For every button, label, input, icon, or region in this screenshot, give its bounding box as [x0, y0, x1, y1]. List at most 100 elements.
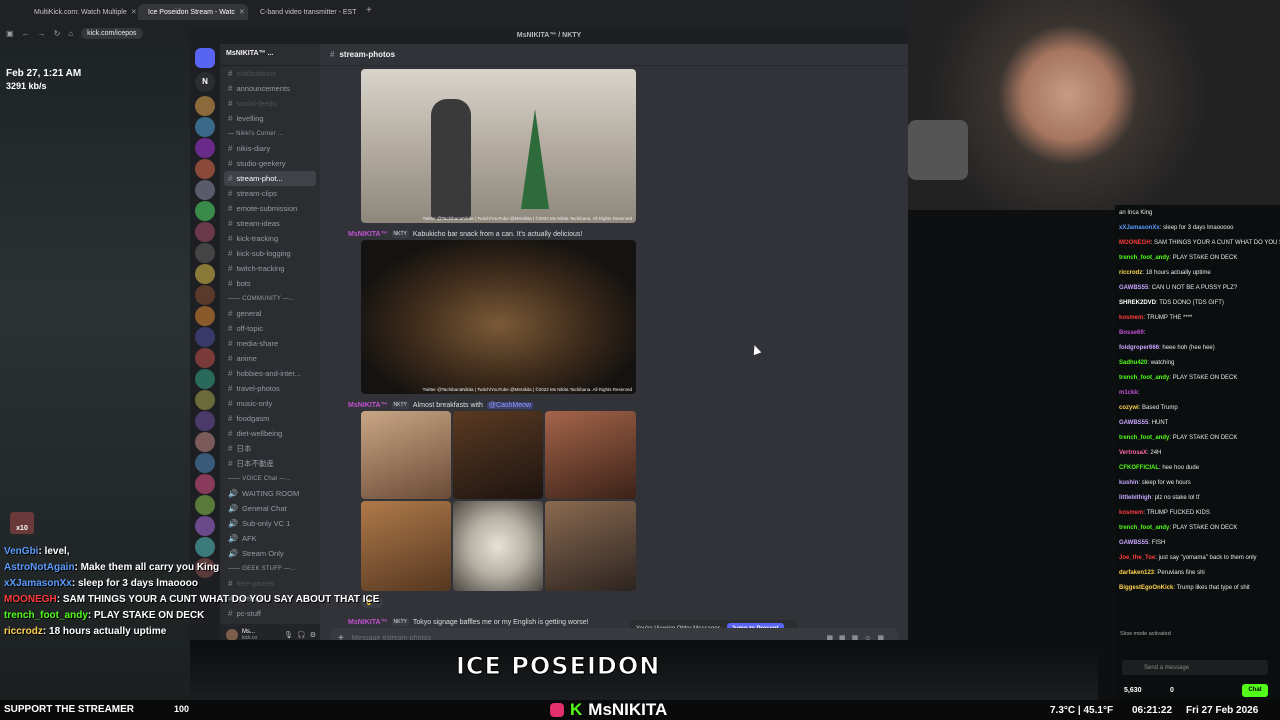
- chat-username[interactable]: VertrosaX: [1119, 450, 1147, 456]
- tab-multikick[interactable]: MultiKick.com: Watch Multiple ✕: [24, 4, 136, 20]
- server-icon[interactable]: [195, 537, 215, 557]
- microphone-icon[interactable]: 🎙: [284, 631, 293, 639]
- channel-item[interactable]: # stream-phot...: [224, 171, 316, 186]
- photo-grid-item[interactable]: [361, 501, 451, 591]
- server-icon[interactable]: [195, 222, 215, 242]
- channel-item[interactable]: # free-games: [220, 576, 320, 591]
- server-icon[interactable]: [195, 306, 215, 326]
- channel-item[interactable]: # media-share: [220, 336, 320, 351]
- channel-item[interactable]: # diet-wellbeing: [220, 426, 320, 441]
- photo-fish-can[interactable]: Twitter @TachibanaNikita | Twitch/YouTub…: [361, 240, 636, 394]
- discord-home-icon[interactable]: [195, 48, 215, 68]
- channel-item[interactable]: # anime: [220, 351, 320, 366]
- channel-item[interactable]: # studio-geekery: [220, 156, 320, 171]
- chat-button[interactable]: Chat: [1242, 684, 1268, 697]
- photo-grid-item[interactable]: [545, 411, 636, 499]
- server-icon[interactable]: [195, 390, 215, 410]
- channel-item[interactable]: # nikis-diary: [220, 141, 320, 156]
- server-icon[interactable]: [195, 432, 215, 452]
- channel-item[interactable]: # off-topic: [220, 321, 320, 336]
- message-author[interactable]: MsNIKITA™: [348, 402, 388, 409]
- tab-c-band[interactable]: C-band video transmitter - EST ✕: [250, 4, 360, 20]
- photo-grid-item[interactable]: [361, 411, 451, 499]
- channel-item[interactable]: # music-only: [220, 396, 320, 411]
- server-icon[interactable]: [195, 243, 215, 263]
- channel-item[interactable]: # announcements: [220, 81, 320, 96]
- server-icon[interactable]: [195, 285, 215, 305]
- chat-username[interactable]: trench_foot_andy: [1119, 525, 1169, 531]
- channel-category[interactable]: —— COMMUNITY —...: [220, 291, 320, 306]
- channel-item[interactable]: # 日本: [220, 441, 320, 456]
- channel-item[interactable]: # twitch-tracking: [220, 261, 320, 276]
- close-icon[interactable]: ✕: [239, 8, 245, 16]
- server-icon[interactable]: [195, 411, 215, 431]
- gear-icon[interactable]: ⚙: [310, 631, 316, 639]
- forward-icon[interactable]: →: [38, 29, 46, 38]
- chat-username[interactable]: Joe_the_Toe: [1119, 555, 1155, 561]
- photo-mall[interactable]: Twitter @TachibanaNikita | Twitch/YouTub…: [361, 69, 636, 223]
- channel-item[interactable]: 🔊 Sub-only VC 1: [220, 516, 320, 531]
- channel-item[interactable]: # stream-clips: [220, 186, 320, 201]
- chat-username[interactable]: xXJamasonXx: [1119, 225, 1160, 231]
- server-n-icon[interactable]: N: [195, 72, 215, 92]
- channel-item[interactable]: # bots: [220, 276, 320, 291]
- chat-username[interactable]: foidgroper666: [1119, 345, 1159, 351]
- chat-username[interactable]: cozywi: [1119, 405, 1139, 411]
- channel-item[interactable]: # 日本不動産: [220, 456, 320, 471]
- channel-item[interactable]: # hobbies-and-inter...: [220, 366, 320, 381]
- chat-username[interactable]: trench_foot_andy: [1119, 435, 1169, 441]
- home-icon[interactable]: ⌂: [68, 29, 73, 38]
- sidebar-icon[interactable]: ▣: [6, 29, 14, 38]
- server-icon[interactable]: [195, 159, 215, 179]
- message-author[interactable]: MsNIKITA™: [348, 619, 388, 626]
- user-mention[interactable]: @CashMeow: [486, 401, 534, 409]
- new-tab-icon[interactable]: +: [366, 5, 372, 16]
- chat-username[interactable]: riccrodz: [1119, 270, 1142, 276]
- chat-username[interactable]: CFKOFFICIAL: [1119, 465, 1159, 471]
- channel-item[interactable]: # stream-ideas: [220, 216, 320, 231]
- channel-item[interactable]: 🔊 WAITING ROOM: [220, 486, 320, 501]
- channel-item[interactable]: # kick-sub-logging: [220, 246, 320, 261]
- server-icon[interactable]: [195, 369, 215, 389]
- chat-username[interactable]: trench_foot_andy: [1119, 255, 1169, 261]
- url-field[interactable]: kick.com/icepos: [81, 27, 143, 39]
- channel-category[interactable]: —— VOICE Chat —...: [220, 471, 320, 486]
- photo-grid-item[interactable]: [545, 501, 636, 591]
- chat-username[interactable]: GAWBS55: [1119, 420, 1148, 426]
- tab-ice-poseidon[interactable]: Ice Poseidon Stream - Watc ✕: [138, 4, 248, 20]
- channel-item[interactable]: # social-feeds: [220, 96, 320, 111]
- chat-username[interactable]: Bosse69: [1119, 330, 1144, 336]
- server-icon[interactable]: [195, 201, 215, 221]
- channel-item[interactable]: # travel-photos: [220, 381, 320, 396]
- channel-item[interactable]: # foodgasm: [220, 411, 320, 426]
- server-icon[interactable]: [195, 516, 215, 536]
- channel-item[interactable]: # emote-submission: [220, 201, 320, 216]
- chat-username[interactable]: kosmem: [1119, 510, 1143, 516]
- server-icon[interactable]: [195, 348, 215, 368]
- chat-username[interactable]: MOONEGH: [1119, 240, 1151, 246]
- server-icon[interactable]: [195, 453, 215, 473]
- send-message-input[interactable]: Send a message: [1122, 660, 1268, 675]
- close-icon[interactable]: ✕: [131, 8, 136, 16]
- channel-item[interactable]: 🔊 General Chat: [220, 501, 320, 516]
- chat-username[interactable]: GAWBS55: [1119, 285, 1148, 291]
- chat-username[interactable]: kushin: [1119, 480, 1138, 486]
- headset-icon[interactable]: 🎧: [297, 631, 306, 639]
- channel-item[interactable]: # pc-stuff: [220, 606, 320, 621]
- chat-username[interactable]: kosmem: [1119, 315, 1143, 321]
- chat-username[interactable]: darfaken123: [1119, 570, 1154, 576]
- channel-item[interactable]: # levelling: [220, 111, 320, 126]
- channel-item[interactable]: # notifications: [220, 66, 320, 81]
- server-icon[interactable]: [195, 264, 215, 284]
- channel-item[interactable]: # kick-tracking: [220, 231, 320, 246]
- chat-username[interactable]: trench_foot_andy: [1119, 375, 1169, 381]
- channel-category[interactable]: —— GEEK STUFF —...: [220, 561, 320, 576]
- channel-category[interactable]: — Nikki's Corner ...: [220, 126, 320, 141]
- server-icon[interactable]: [195, 327, 215, 347]
- server-icon[interactable]: [195, 180, 215, 200]
- chat-username[interactable]: SHREK2DVD: [1119, 300, 1156, 306]
- server-name[interactable]: MsNIKITA™ ...: [220, 44, 320, 66]
- channel-item[interactable]: # general: [220, 306, 320, 321]
- channel-item[interactable]: 🔊 Stream Only: [220, 546, 320, 561]
- chat-username[interactable]: GAWBS55: [1119, 540, 1148, 546]
